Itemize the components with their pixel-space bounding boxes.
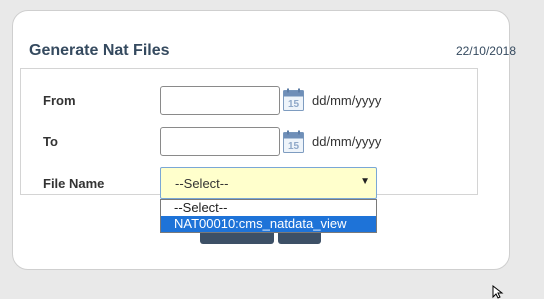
reset-button[interactable] (278, 232, 321, 244)
from-date-input[interactable] (160, 86, 280, 115)
file-name-label: File Name (43, 176, 105, 191)
file-name-select[interactable]: --Select-- ▼ (160, 167, 377, 199)
svg-text:15: 15 (288, 99, 300, 110)
to-label: To (43, 134, 58, 149)
calendar-icon[interactable]: 15 (283, 130, 304, 153)
dropdown-option-nat00010[interactable]: NAT00010:cms_natdata_view (161, 216, 376, 232)
mouse-cursor-icon (492, 285, 504, 299)
dropdown-option-select[interactable]: --Select-- (161, 200, 376, 216)
file-name-dropdown-list: --Select-- NAT00010:cms_natdata_view (160, 199, 377, 233)
to-date-input[interactable] (160, 127, 280, 156)
svg-text:15: 15 (288, 141, 300, 152)
page-title: Generate Nat Files (29, 42, 170, 59)
file-name-selected-value: --Select-- (175, 176, 229, 191)
chevron-down-icon[interactable]: ▼ (360, 176, 370, 187)
to-date-format-hint: dd/mm/yyyy (312, 134, 382, 149)
from-date-format-hint: dd/mm/yyyy (312, 93, 382, 108)
from-label: From (43, 93, 76, 108)
current-date: 22/10/2018 (455, 44, 516, 58)
calendar-icon[interactable]: 15 (283, 88, 304, 111)
generate-button[interactable] (200, 232, 274, 244)
